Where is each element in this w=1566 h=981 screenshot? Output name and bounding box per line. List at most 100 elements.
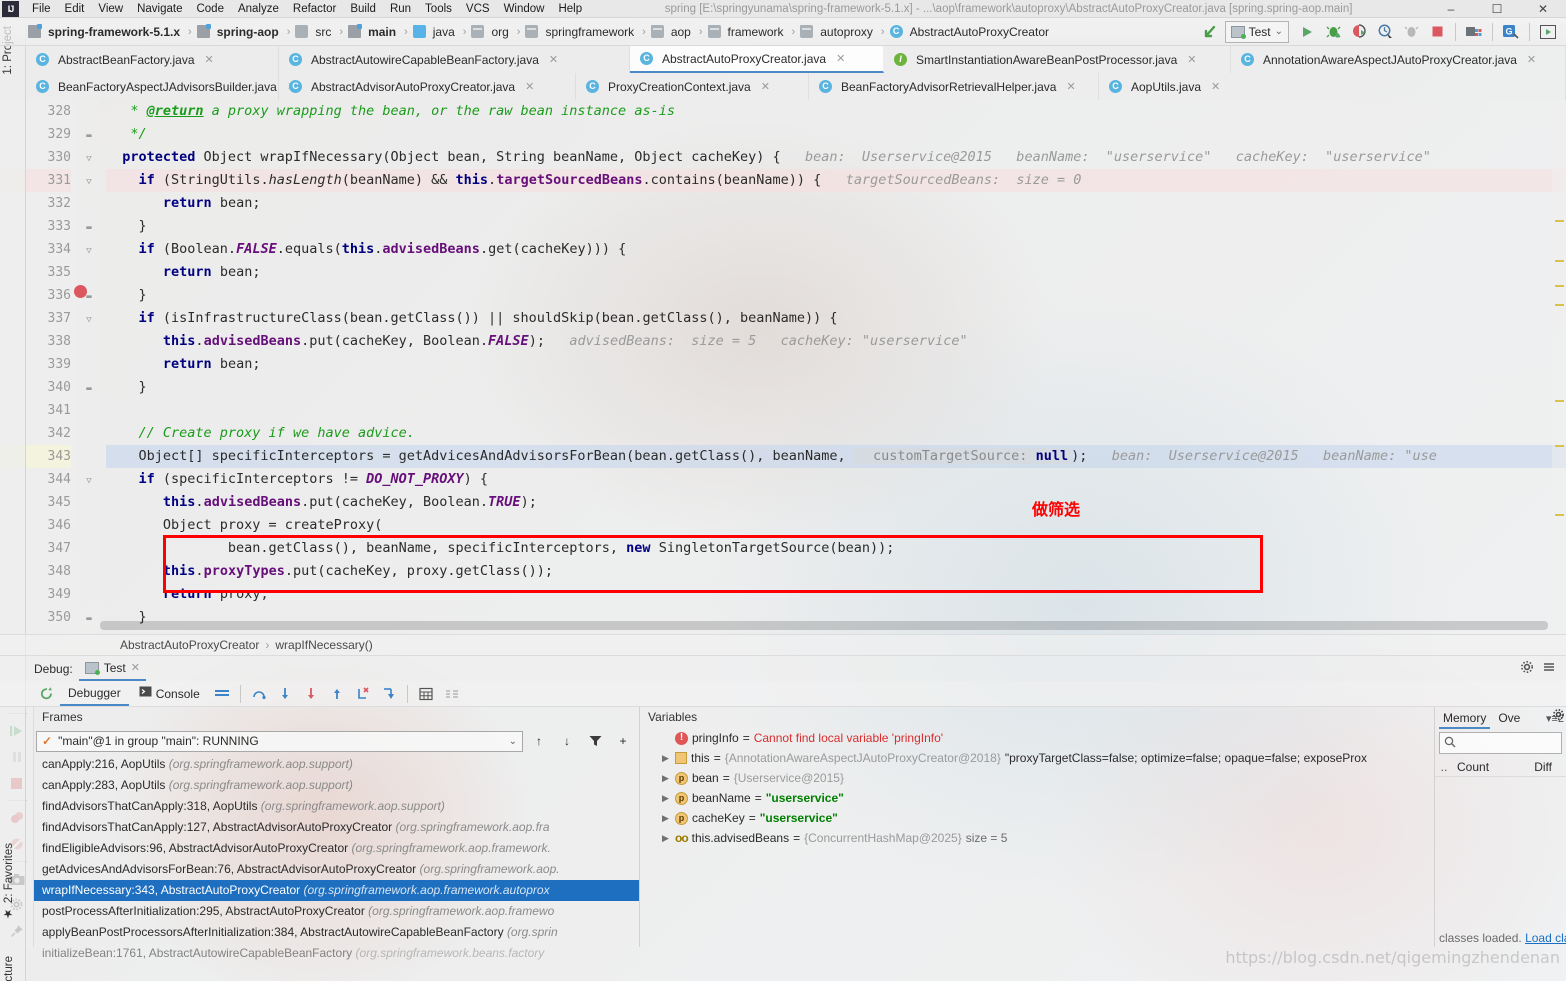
minimize-button[interactable]: – [1428, 0, 1474, 18]
filter-icon[interactable] [583, 730, 607, 752]
tab-memory[interactable]: Memory [1439, 708, 1491, 729]
close-icon[interactable]: ✕ [836, 52, 845, 65]
frame-list-item[interactable]: canApply:283, AopUtils (org.springframew… [34, 775, 639, 796]
expand-arrow-icon[interactable]: ▶ [662, 768, 671, 788]
gear-icon[interactable] [1520, 660, 1534, 677]
fold-marker-icon[interactable]: ▬ [86, 384, 91, 394]
frame-list-item[interactable]: canApply:216, AopUtils (org.springframew… [34, 754, 639, 775]
menu-analyze[interactable]: Analyze [231, 0, 286, 18]
editor-tab-abstractautoproxycreator[interactable]: C AbstractAutoProxyCreator.java ✕ [630, 46, 884, 73]
frame-list-item[interactable]: postProcessAfterInitialization:295, Abst… [34, 901, 639, 922]
run-icon[interactable] [1295, 21, 1319, 43]
breadcrumb-method-name[interactable]: wrapIfNecessary() [275, 638, 372, 652]
breadcrumb-autoproxy[interactable]: autoproxy [798, 24, 878, 40]
menu-build[interactable]: Build [343, 0, 383, 18]
editor-tab-aoputils[interactable]: C AopUtils.java ✕ [1099, 73, 1566, 100]
variables-list[interactable]: ! pringInfo = Cannot find local variable… [640, 728, 1434, 848]
variable-row[interactable]: ▶ oo this.advisedBeans = {ConcurrentHash… [640, 828, 1434, 848]
close-icon[interactable]: ✕ [131, 661, 140, 674]
code-text-area[interactable]: * @return a proxy wrapping the bean, or … [100, 100, 1566, 634]
close-icon[interactable]: ✕ [1211, 80, 1220, 93]
rail-tab-structure[interactable]: ▦ 7: Structure [2, 956, 16, 981]
menu-code[interactable]: Code [189, 0, 231, 18]
step-out-icon[interactable] [325, 683, 349, 705]
memory-search-field[interactable] [1439, 732, 1566, 754]
debug-icon[interactable] [1321, 21, 1345, 43]
breadcrumb-framework[interactable]: framework [706, 24, 789, 40]
evaluate-icon[interactable] [414, 683, 438, 705]
menu-window[interactable]: Window [497, 0, 552, 18]
expand-arrow-icon[interactable]: ▶ [662, 808, 671, 828]
fold-marker-icon[interactable]: ▬ [86, 223, 91, 233]
memory-col-count[interactable]: Count [1453, 760, 1534, 774]
close-icon[interactable]: ✕ [205, 53, 214, 66]
rerun-icon[interactable] [34, 683, 58, 705]
editor-tab-smartinstantiationawarebeanpostprocessor[interactable]: I SmartInstantiationAwareBeanPostProcess… [884, 46, 1231, 73]
close-icon[interactable]: ✕ [525, 80, 534, 93]
run-to-cursor-icon[interactable] [377, 683, 401, 705]
search-everywhere-icon[interactable]: G [1499, 21, 1523, 43]
close-button[interactable]: ✕ [1520, 0, 1566, 18]
breadcrumb-class[interactable]: C AbstractAutoProxyCreator [888, 24, 1054, 40]
frame-list-item[interactable]: findEligibleAdvisors:96, AbstractAdvisor… [34, 838, 639, 859]
layout-settings-icon[interactable] [210, 683, 234, 705]
close-icon[interactable]: ✕ [1066, 80, 1075, 93]
editor-horizontal-scrollbar[interactable] [100, 621, 1548, 630]
rail-tab-favorites[interactable]: ★ 2: Favorites [2, 843, 16, 921]
editor-tab-proxycreationcontext[interactable]: C ProxyCreationContext.java ✕ [576, 73, 809, 100]
tab-debugger[interactable]: Debugger [60, 682, 129, 706]
step-over-icon[interactable] [247, 683, 271, 705]
breadcrumb-module-aop[interactable]: spring-aop [195, 24, 284, 40]
close-icon[interactable]: ✕ [761, 80, 770, 93]
menu-view[interactable]: View [91, 0, 130, 18]
fold-marker-icon[interactable]: ▬ [86, 292, 91, 302]
project-structure-icon[interactable] [1462, 21, 1486, 43]
breadcrumb-module-root[interactable]: spring-framework-5.1.x [26, 24, 185, 40]
attach-icon[interactable] [1399, 21, 1423, 43]
fold-marker-icon[interactable]: ▬ [86, 131, 91, 141]
variable-row[interactable]: ▶ this = {AnnotationAwareAspectJAutoProx… [640, 748, 1434, 768]
expand-arrow-icon[interactable]: ▶ [662, 828, 671, 848]
breadcrumb-class-name[interactable]: AbstractAutoProxyCreator [120, 638, 259, 652]
up-arrow-icon[interactable]: ↑ [527, 730, 551, 752]
variable-row[interactable]: ! pringInfo = Cannot find local variable… [640, 728, 1434, 748]
run-configuration-selector[interactable]: Test ⌄ [1224, 20, 1289, 43]
menu-vcs[interactable]: VCS [459, 0, 497, 18]
breakpoint-icon[interactable] [74, 285, 87, 298]
fold-marker-icon[interactable]: ▽ [86, 315, 91, 325]
menu-run[interactable]: Run [383, 0, 418, 18]
add-icon[interactable]: + [611, 730, 635, 752]
editor-tab-abstractadvisorautoproxycreator[interactable]: C AbstractAdvisorAutoProxyCreator.java ✕ [279, 73, 576, 100]
tab-console[interactable]: Console [131, 682, 208, 706]
fold-marker-icon[interactable]: ▬ [86, 614, 91, 624]
menu-help[interactable]: Help [551, 0, 589, 18]
frame-list-item[interactable]: initializeBean:1761, AbstractAutowireCap… [34, 943, 639, 964]
hide-icon[interactable] [1542, 660, 1556, 677]
code-editor[interactable]: 328 329 330 331 332 333 334 335 336 337 … [0, 100, 1566, 634]
run-coverage-icon[interactable] [1347, 21, 1371, 43]
frames-list[interactable]: canApply:216, AopUtils (org.springframew… [34, 754, 639, 964]
memory-col-class[interactable]: .. [1435, 760, 1453, 774]
drop-frame-icon[interactable] [351, 683, 375, 705]
breadcrumb-org[interactable]: org [469, 24, 513, 40]
back-arrow-icon[interactable] [1199, 21, 1223, 43]
code-folding-column[interactable]: ▬ ▽ ▽ ▬ ▽ ▬ ▽ ▬ ▽ ▬ [78, 100, 100, 634]
editor-tab-abstractautowirecapablebeanfactory[interactable]: C AbstractAutowireCapableBeanFactory.jav… [279, 46, 630, 73]
menu-file[interactable]: File [25, 0, 58, 18]
variable-row[interactable]: ▶ p bean = {Userservice@2015} [640, 768, 1434, 788]
variable-row[interactable]: ▶ p cacheKey = "userservice" [640, 808, 1434, 828]
menu-navigate[interactable]: Navigate [130, 0, 189, 18]
fold-marker-icon[interactable]: ▽ [86, 246, 91, 256]
menu-tools[interactable]: Tools [418, 0, 459, 18]
expand-arrow-icon[interactable]: ▶ [662, 788, 671, 808]
profile-icon[interactable] [1373, 21, 1397, 43]
layout-icon[interactable] [1536, 21, 1560, 43]
close-icon[interactable]: ✕ [1187, 53, 1196, 66]
tab-overhead[interactable]: Ove [1494, 708, 1524, 729]
editor-tab-abstractbeanfactory[interactable]: C AbstractBeanFactory.java ✕ [26, 46, 279, 73]
frame-list-item[interactable]: getAdvicesAndAdvisorsForBean:76, Abstrac… [34, 859, 639, 880]
editor-tab-beanfactoryaspectjadvisorsbuilder[interactable]: C BeanFactoryAspectJAdvisorsBuilder.java… [26, 73, 296, 100]
force-step-into-icon[interactable] [299, 683, 323, 705]
step-into-icon[interactable] [273, 683, 297, 705]
fold-marker-icon[interactable]: ▽ [86, 177, 91, 187]
